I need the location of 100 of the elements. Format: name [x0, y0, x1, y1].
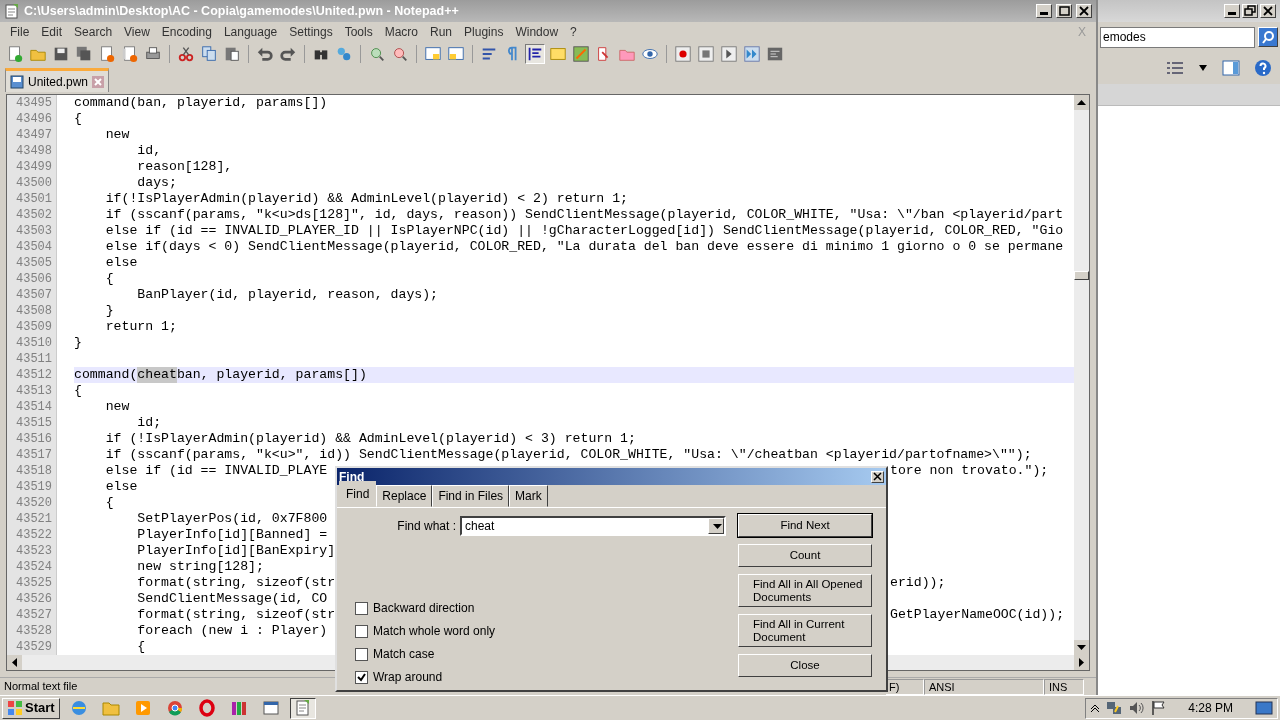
checkbox[interactable]	[355, 601, 368, 615]
dialog-button[interactable]: Find All in All Opened Documents	[738, 574, 872, 607]
vertical-scrollbar[interactable]	[1074, 95, 1089, 655]
menu-item[interactable]: Macro	[378, 23, 424, 41]
menu-item[interactable]: Plugins	[458, 23, 510, 41]
stop-icon[interactable]	[697, 44, 715, 64]
search-field[interactable]: emodes	[1100, 26, 1255, 48]
menu-item[interactable]: View	[118, 23, 156, 41]
speaker-icon[interactable]	[1128, 700, 1145, 716]
fast-forward-icon[interactable]	[743, 44, 761, 64]
checkbox[interactable]	[355, 670, 368, 684]
checkbox-label: Backward direction	[373, 600, 475, 617]
dialog-button[interactable]: Close	[738, 654, 872, 677]
line-number: 43515	[7, 415, 57, 431]
code-line: if (sscanf(params, "k<u>", id)) SendClientMessage(playerid, COLOR_WHITE, "Usa: \"/cheatban <playerid/partofname>\"");	[104, 447, 1032, 463]
window-icon[interactable]	[261, 699, 280, 717]
line-number: 43529	[7, 639, 57, 655]
record-icon[interactable]	[674, 44, 692, 64]
line-number: 43507	[7, 287, 57, 303]
checkbox[interactable]	[355, 624, 368, 638]
document-tab[interactable]: United.pwn	[5, 68, 110, 92]
minimize-icon	[1228, 12, 1236, 15]
scroll-thumb[interactable]	[1074, 270, 1089, 280]
menu-item[interactable]: Language	[217, 23, 284, 41]
close-button[interactable]	[1076, 4, 1092, 18]
code-line: BanPlayer(id, playerid, reason, days);	[136, 287, 439, 303]
dialog-button[interactable]: Count	[738, 544, 872, 567]
copy-icon[interactable]	[200, 44, 218, 64]
flag-logo-icon	[7, 700, 23, 716]
code-line: id,	[136, 143, 162, 159]
flag-icon[interactable]	[1150, 700, 1167, 716]
code-line: reason[128],	[136, 159, 233, 175]
restore-icon	[1243, 5, 1257, 17]
line-number: 43518	[7, 463, 57, 479]
ring-icon[interactable]	[197, 699, 216, 717]
dialog-tab[interactable]: Mark	[509, 485, 548, 507]
scroll-down-icon[interactable]	[1074, 640, 1089, 655]
maximize-button[interactable]	[1056, 4, 1072, 18]
scroll-right-icon[interactable]	[1074, 655, 1089, 670]
list-view-icon[interactable]	[1166, 61, 1184, 75]
books-icon[interactable]	[229, 699, 248, 717]
code-line: else if(days < 0) SendClientMessage(playerid, COLOR_RED, "La durata del ban deve essere di minimo 1 giorno o 0 se permane	[104, 239, 1064, 255]
line-number: 43517	[7, 447, 57, 463]
code-line: if(!IsPlayerAdmin(playerid) && AdminLevel(playerid) < 2) return 1;	[104, 191, 628, 207]
dialog-tab[interactable]: Replace	[376, 485, 433, 507]
colored-ball-icon[interactable]	[165, 699, 184, 717]
menu-item[interactable]: Search	[68, 23, 119, 41]
preview-pane-icon[interactable]	[1222, 60, 1240, 76]
checkbox[interactable]	[355, 647, 368, 661]
line-number: 43514	[7, 399, 57, 415]
help-icon[interactable]	[1254, 59, 1272, 77]
minimize-button[interactable]	[1036, 4, 1052, 18]
network-icon[interactable]	[1106, 700, 1123, 716]
dialog-button[interactable]: Find All in Current Document	[738, 614, 872, 647]
dialog-tab[interactable]: Find in Files	[432, 485, 510, 507]
notepad-icon[interactable]	[293, 699, 312, 717]
dialog-button[interactable]: Find Next	[738, 514, 872, 537]
line-number: 43527	[7, 607, 57, 623]
code-line: days;	[136, 175, 177, 191]
search-icon	[1261, 30, 1275, 44]
scroll-left-icon[interactable]	[7, 655, 22, 670]
close-button[interactable]	[871, 470, 884, 483]
menu-item[interactable]: Run	[424, 23, 459, 41]
code-line: GetPlayerNameOOC(id));	[890, 607, 1065, 623]
code-line: if (sscanf(params, "k<u>ds[128]", id, days, reason)) SendClientMessage(playerid, COLOR_WHITE, "Usa: \"/ban <playerid/part	[104, 207, 1064, 223]
restore-button[interactable]	[1242, 4, 1258, 18]
close-button[interactable]	[1260, 4, 1276, 18]
code-line: new	[104, 399, 130, 415]
close-all-icon[interactable]	[121, 44, 139, 64]
menu-item[interactable]: Tools	[338, 23, 379, 41]
menu-item[interactable]: File	[4, 23, 36, 41]
line-number: 43511	[7, 351, 57, 367]
minimize-button[interactable]	[1224, 4, 1240, 18]
menu-item[interactable]: Encoding	[155, 23, 218, 41]
code-line: SendClientMessage(id, CO	[136, 591, 328, 607]
line-number: 43505	[7, 255, 57, 271]
line-number: 43520	[7, 495, 57, 511]
code-text: command(	[74, 367, 138, 383]
close-file-icon[interactable]	[98, 44, 116, 64]
code-line: format(string, sizeof(str	[136, 607, 336, 623]
menu-item[interactable]: Settings	[283, 23, 339, 41]
globe-icon[interactable]	[69, 699, 88, 717]
new-file-icon[interactable]	[6, 44, 24, 64]
scroll-up-icon[interactable]	[1074, 95, 1089, 110]
checkbox-label: Match whole word only	[373, 623, 496, 640]
menu-item[interactable]: Edit	[35, 23, 69, 41]
caret-icon[interactable]	[1198, 64, 1208, 72]
search-button[interactable]	[1258, 27, 1278, 47]
menu-item[interactable]: ?	[564, 23, 583, 41]
line-number: 43504	[7, 239, 57, 255]
find-what-combobox[interactable]: cheat	[460, 516, 726, 536]
menu-item[interactable]: Window	[509, 23, 565, 41]
line-number: 43525	[7, 575, 57, 591]
start-button[interactable]: Start	[2, 697, 60, 719]
play-icon[interactable]	[720, 44, 738, 64]
line-number: 43516	[7, 431, 57, 447]
line-number: 43519	[7, 479, 57, 495]
code-line: else	[104, 255, 138, 271]
notepad-icon	[4, 3, 20, 19]
chevron-up-icon[interactable]	[1090, 703, 1101, 713]
